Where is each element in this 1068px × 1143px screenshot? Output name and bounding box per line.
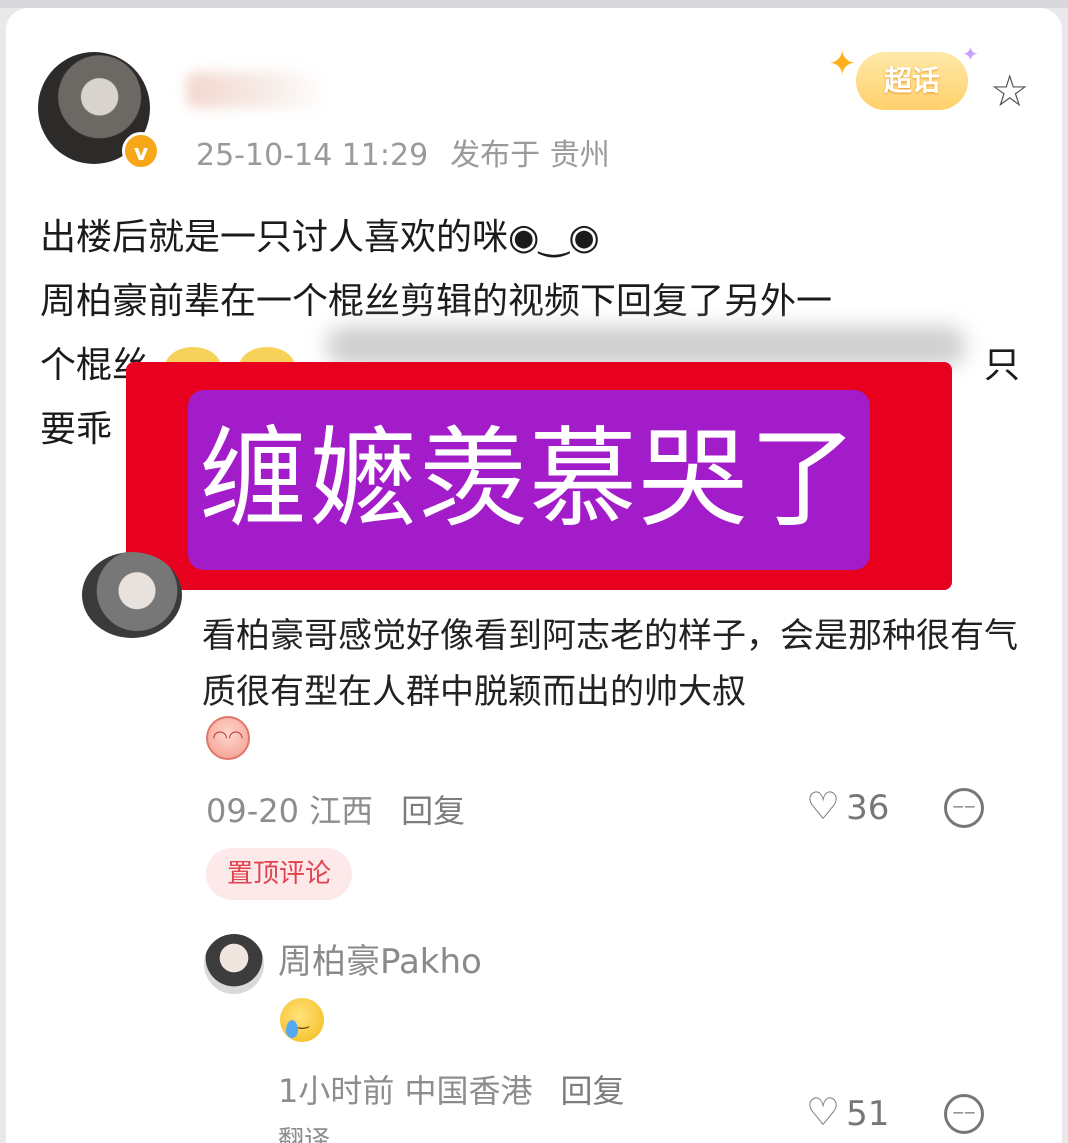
poster-name-blurred — [186, 72, 326, 108]
reply-reply-button[interactable]: 回复 — [561, 1072, 625, 1110]
post-location: 发布于 贵州 — [450, 138, 610, 173]
tear-drop-icon — [286, 1020, 298, 1038]
comment-text: 看柏豪哥感觉好像看到阿志老的样子，会是那种很有气质很有型在人群中脱颖而出的帅大叔 — [202, 616, 1018, 712]
reply-time-location: 1小时前 中国香港 — [278, 1072, 533, 1110]
verified-v-badge-icon: v — [122, 132, 160, 170]
translate-button[interactable]: 翻译 — [278, 1120, 330, 1143]
post-timestamp: 25-10-14 11:29 — [196, 138, 429, 173]
sparkle-icon: ✦ — [828, 44, 857, 84]
post-meta: 25-10-14 11:29 发布于 贵州 — [196, 130, 610, 174]
sparkle-small-icon: ✦ — [962, 42, 979, 66]
comment-reply-button[interactable]: 回复 — [401, 792, 465, 830]
post-card: v 25-10-14 11:29 发布于 贵州 ✦ 超话 ✦ ☆ 出楼后就是一只讨… — [6, 8, 1062, 1143]
post-line-2: 周柏豪前辈在一个棍丝剪辑的视频下回复了另外一 — [40, 281, 833, 322]
reply-author-avatar[interactable] — [204, 934, 264, 994]
reply-meta: 1小时前 中国香港 回复 — [278, 1066, 625, 1112]
more-options-icon[interactable]: ‒‒ — [944, 1094, 984, 1134]
reply-author-name[interactable]: 周柏豪Pakho — [278, 934, 482, 983]
commenter-avatar[interactable] — [82, 552, 182, 638]
comment-like-count: 36 — [846, 788, 890, 828]
star-outline-icon[interactable]: ☆ — [990, 70, 1029, 114]
reply-like-count: 51 — [846, 1094, 890, 1134]
top-strip — [0, 0, 1068, 8]
peach-emoji-icon: ◠◠ — [206, 716, 250, 760]
pinned-comment-badge: 置顶评论 — [206, 848, 352, 900]
post-line-3-tail: 只 — [984, 345, 1021, 386]
heart-outline-icon: ♡ — [806, 1090, 841, 1134]
comment-like-button[interactable]: ♡ 36 — [806, 784, 889, 828]
more-options-icon[interactable]: ‒‒ — [944, 788, 984, 828]
comment-date-location: 09-20 江西 — [206, 792, 374, 830]
reply-like-button[interactable]: ♡ 51 — [806, 1090, 889, 1134]
supertopic-button[interactable]: 超话 — [856, 52, 968, 110]
heart-outline-icon: ♡ — [806, 784, 841, 828]
overlay-banner-text: 缠嬷羡慕哭了 — [188, 390, 870, 570]
comment-meta: 09-20 江西 回复 — [206, 786, 465, 832]
redacted-blur — [326, 326, 966, 366]
post-line-1: 出楼后就是一只讨人喜欢的咪◉‿◉ — [40, 217, 600, 258]
